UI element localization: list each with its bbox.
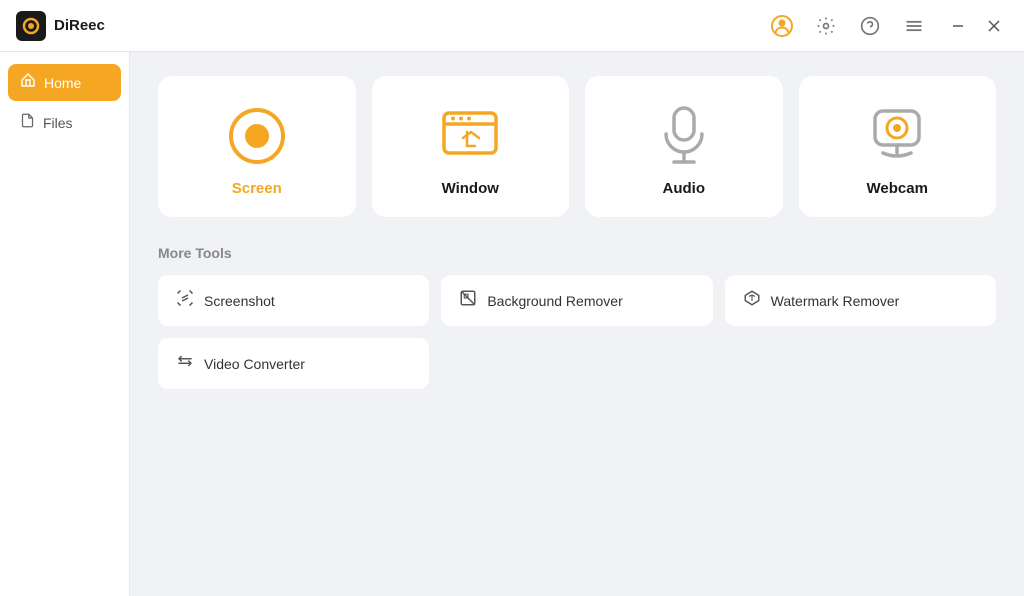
screen-card-label: Screen	[232, 180, 282, 197]
screen-card[interactable]: Screen	[158, 76, 356, 217]
video-converter-tool[interactable]: Video Converter	[158, 338, 429, 389]
watermark-remover-tool[interactable]: Watermark Remover	[725, 275, 996, 326]
webcam-card[interactable]: Webcam	[799, 76, 997, 217]
app-title: DiReec	[54, 17, 105, 34]
more-tools-section: More Tools Screenshot	[158, 245, 996, 389]
menu-icon[interactable]	[900, 12, 928, 40]
video-converter-tool-label: Video Converter	[204, 356, 305, 372]
background-remover-tool-label: Background Remover	[487, 293, 622, 309]
content-area: Screen Window	[130, 52, 1024, 596]
settings-icon[interactable]	[812, 12, 840, 40]
screenshot-icon	[176, 289, 194, 312]
background-remover-tool[interactable]: Background Remover	[441, 275, 712, 326]
screen-card-icon	[225, 104, 289, 168]
window-card-icon	[438, 104, 502, 168]
app-logo	[16, 11, 46, 41]
watermark-remover-icon	[743, 289, 761, 312]
screenshot-tool[interactable]: Screenshot	[158, 275, 429, 326]
main-layout: Home Files Screen	[0, 52, 1024, 596]
webcam-card-label: Webcam	[867, 180, 928, 197]
tools-grid: Screenshot Background Remover	[158, 275, 996, 389]
audio-card-icon	[652, 104, 716, 168]
more-tools-title: More Tools	[158, 245, 996, 261]
profile-icon[interactable]	[768, 12, 796, 40]
titlebar-controls	[768, 12, 1008, 40]
audio-card[interactable]: Audio	[585, 76, 783, 217]
help-icon[interactable]	[856, 12, 884, 40]
watermark-remover-tool-label: Watermark Remover	[771, 293, 900, 309]
background-remover-icon	[459, 289, 477, 312]
screenshot-tool-label: Screenshot	[204, 293, 275, 309]
audio-card-label: Audio	[663, 180, 706, 197]
recording-cards: Screen Window	[158, 76, 996, 217]
webcam-card-icon	[865, 104, 929, 168]
sidebar-item-files[interactable]: Files	[8, 105, 121, 141]
sidebar: Home Files	[0, 52, 130, 596]
video-converter-icon	[176, 352, 194, 375]
close-button[interactable]	[980, 12, 1008, 40]
sidebar-item-files-label: Files	[43, 115, 73, 131]
window-controls	[944, 12, 1008, 40]
sidebar-item-home-label: Home	[44, 75, 81, 91]
app-branding: DiReec	[16, 11, 105, 41]
minimize-button[interactable]	[944, 12, 972, 40]
files-icon	[20, 113, 35, 133]
title-bar: DiReec	[0, 0, 1024, 52]
sidebar-item-home[interactable]: Home	[8, 64, 121, 101]
window-card[interactable]: Window	[372, 76, 570, 217]
home-icon	[20, 72, 36, 93]
window-card-label: Window	[442, 180, 499, 197]
